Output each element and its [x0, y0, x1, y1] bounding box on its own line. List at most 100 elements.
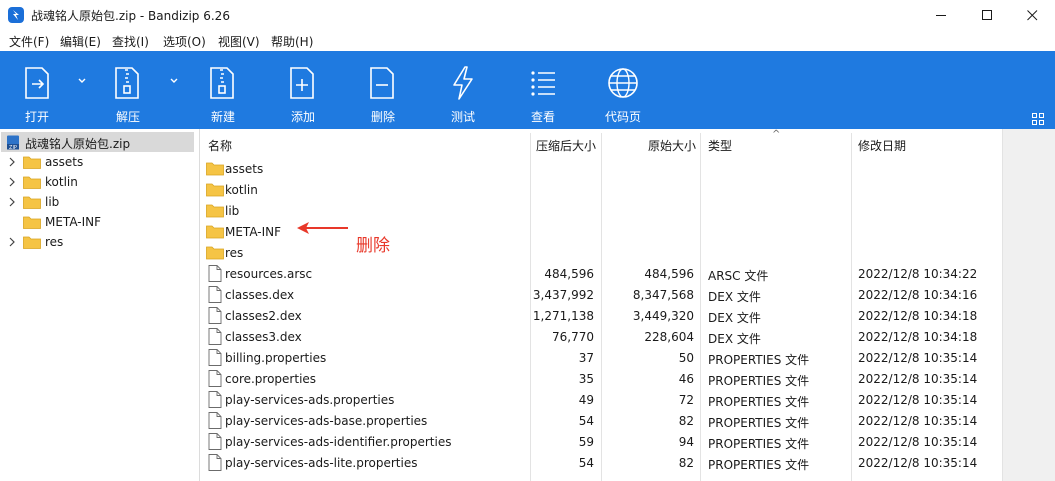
column-header-modified[interactable]: 修改日期	[858, 137, 906, 154]
maximize-button[interactable]	[964, 0, 1010, 31]
bandizip-app-icon	[8, 7, 24, 23]
file-icon	[208, 349, 222, 366]
close-button[interactable]	[1009, 0, 1055, 31]
row-name: play-services-ads-identifier.properties	[225, 435, 452, 449]
new-label: 新建	[210, 110, 235, 124]
table-row[interactable]: assets	[200, 159, 1002, 180]
test-button[interactable]: 测试	[433, 51, 493, 129]
table-row[interactable]: play-services-ads-identifier.properties 5…	[200, 432, 1002, 453]
row-original-size: 8,347,568	[632, 288, 694, 302]
row-modified-date: 2022/12/8 10:34:18	[858, 330, 978, 344]
chevron-right-icon[interactable]	[8, 197, 16, 207]
tree-item-res[interactable]: res	[0, 232, 195, 252]
column-header-original[interactable]: 原始大小	[648, 137, 696, 154]
open-dropdown-chevron-icon[interactable]	[77, 76, 87, 86]
folder-icon	[23, 196, 41, 209]
table-row[interactable]: classes.dex 3,437,992 8,347,568 DEX 文件 2022/…	[200, 285, 1002, 306]
table-row[interactable]: lib	[200, 201, 1002, 222]
chevron-right-icon[interactable]	[8, 157, 16, 167]
new-archive-button[interactable]: 新建	[193, 51, 253, 129]
file-icon	[208, 265, 222, 282]
row-modified-date: 2022/12/8 10:34:16	[858, 288, 978, 302]
menu-edit[interactable]: 编辑(E)	[60, 33, 101, 50]
row-name: play-services-ads-lite.properties	[225, 456, 418, 470]
file-icon	[208, 433, 222, 450]
row-original-size: 94	[678, 435, 694, 449]
table-row[interactable]: play-services-ads-base.properties 54 82 PRO…	[200, 411, 1002, 432]
codepage-button[interactable]: 代码页	[593, 51, 653, 129]
row-type: DEX 文件	[708, 311, 761, 325]
table-row[interactable]: core.properties 35 46 PROPERTIES 文件 2022/12/…	[200, 369, 1002, 390]
minimize-button[interactable]	[918, 0, 964, 31]
maximize-icon	[982, 10, 992, 20]
menu-help[interactable]: 帮助(H)	[271, 33, 313, 50]
layout-grid-icon[interactable]	[1032, 113, 1044, 125]
column-header-type[interactable]: 类型	[708, 137, 732, 154]
menu-options[interactable]: 选项(O)	[163, 33, 206, 50]
row-name: kotlin	[225, 183, 258, 197]
window-title: 战魂铭人原始包.zip - Bandizip 6.26	[31, 9, 230, 23]
row-original-size: 228,604	[644, 330, 694, 344]
row-name: assets	[225, 162, 264, 176]
list-scroll-area[interactable]	[1002, 129, 1055, 481]
file-icon	[208, 307, 222, 324]
menu-bar: 文件(F) 编辑(E) 查找(I) 选项(O) 视图(V) 帮助(H)	[0, 31, 1055, 51]
table-row[interactable]: kotlin	[200, 180, 1002, 201]
tree-item-kotlin[interactable]: kotlin	[0, 172, 195, 192]
open-button[interactable]: 打开	[7, 51, 67, 129]
table-row[interactable]: classes3.dex 76,770 228,604 DEX 文件 2022/12/8…	[200, 327, 1002, 348]
tree-item-lib[interactable]: lib	[0, 192, 195, 212]
row-compressed-size: 37	[578, 351, 594, 365]
column-header-name[interactable]: 名称	[208, 137, 232, 154]
tree-item-meta-inf[interactable]: META-INF	[0, 212, 195, 232]
row-modified-date: 2022/12/8 10:34:18	[858, 309, 978, 323]
extract-dropdown-chevron-icon[interactable]	[169, 76, 179, 86]
row-type: DEX 文件	[708, 332, 761, 346]
add-button[interactable]: 添加	[273, 51, 333, 129]
row-type: PROPERTIES 文件	[708, 437, 810, 451]
table-row[interactable]: res	[200, 243, 1002, 264]
row-name: classes.dex	[225, 288, 295, 302]
sort-ascending-icon: ^	[772, 129, 781, 140]
menu-view[interactable]: 视图(V)	[218, 33, 260, 50]
row-name: play-services-ads.properties	[225, 393, 395, 407]
table-row[interactable]: billing.properties 37 50 PROPERTIES 文件 2022/…	[200, 348, 1002, 369]
tree-item-label: res	[45, 235, 64, 249]
tree-item-label: kotlin	[45, 175, 78, 189]
row-original-size: 82	[678, 414, 694, 428]
row-original-size: 72	[678, 393, 694, 407]
row-modified-date: 2022/12/8 10:35:14	[858, 414, 978, 428]
row-modified-date: 2022/12/8 10:35:14	[858, 372, 978, 386]
chevron-right-icon[interactable]	[8, 177, 16, 187]
row-compressed-size: 3,437,992	[532, 288, 594, 302]
row-type: DEX 文件	[708, 290, 761, 304]
annotation-delete-text: 删除	[356, 236, 390, 256]
menu-find[interactable]: 查找(I)	[112, 33, 149, 50]
view-button[interactable]: 查看	[513, 51, 573, 129]
chevron-right-icon[interactable]	[8, 237, 16, 247]
delete-button[interactable]: 删除	[353, 51, 413, 129]
menu-file[interactable]: 文件(F)	[9, 33, 49, 50]
column-header-compressed[interactable]: 压缩后大小	[536, 137, 596, 154]
row-compressed-size: 76,770	[552, 330, 594, 344]
row-compressed-size: 54	[578, 414, 594, 428]
tree-root-archive[interactable]: ZIP 战魂铭人原始包.zip	[1, 132, 194, 152]
table-row[interactable]: classes2.dex 1,271,138 3,449,320 DEX 文件 2022…	[200, 306, 1002, 327]
table-row[interactable]: resources.arsc 484,596 484,596 ARSC 文件 2022/…	[200, 264, 1002, 285]
row-name: billing.properties	[225, 351, 327, 365]
minimize-icon	[936, 15, 946, 16]
svg-text:ZIP: ZIP	[9, 145, 17, 150]
folder-icon	[206, 246, 224, 260]
add-label: 添加	[290, 110, 315, 124]
view-label: 查看	[530, 110, 555, 124]
folder-tree: ZIP 战魂铭人原始包.zip assets kotlin lib META-I…	[0, 129, 200, 481]
row-name: res	[225, 246, 244, 260]
table-row[interactable]: play-services-ads-lite.properties 54 82 PRO…	[200, 453, 1002, 474]
row-compressed-size: 484,596	[544, 267, 594, 281]
tree-item-assets[interactable]: assets	[0, 152, 195, 172]
folder-icon	[206, 204, 224, 218]
table-row[interactable]: play-services-ads.properties 49 72 PROPERTI…	[200, 390, 1002, 411]
extract-button[interactable]: 解压	[98, 51, 158, 129]
add-file-icon	[290, 67, 314, 99]
row-compressed-size: 49	[578, 393, 594, 407]
